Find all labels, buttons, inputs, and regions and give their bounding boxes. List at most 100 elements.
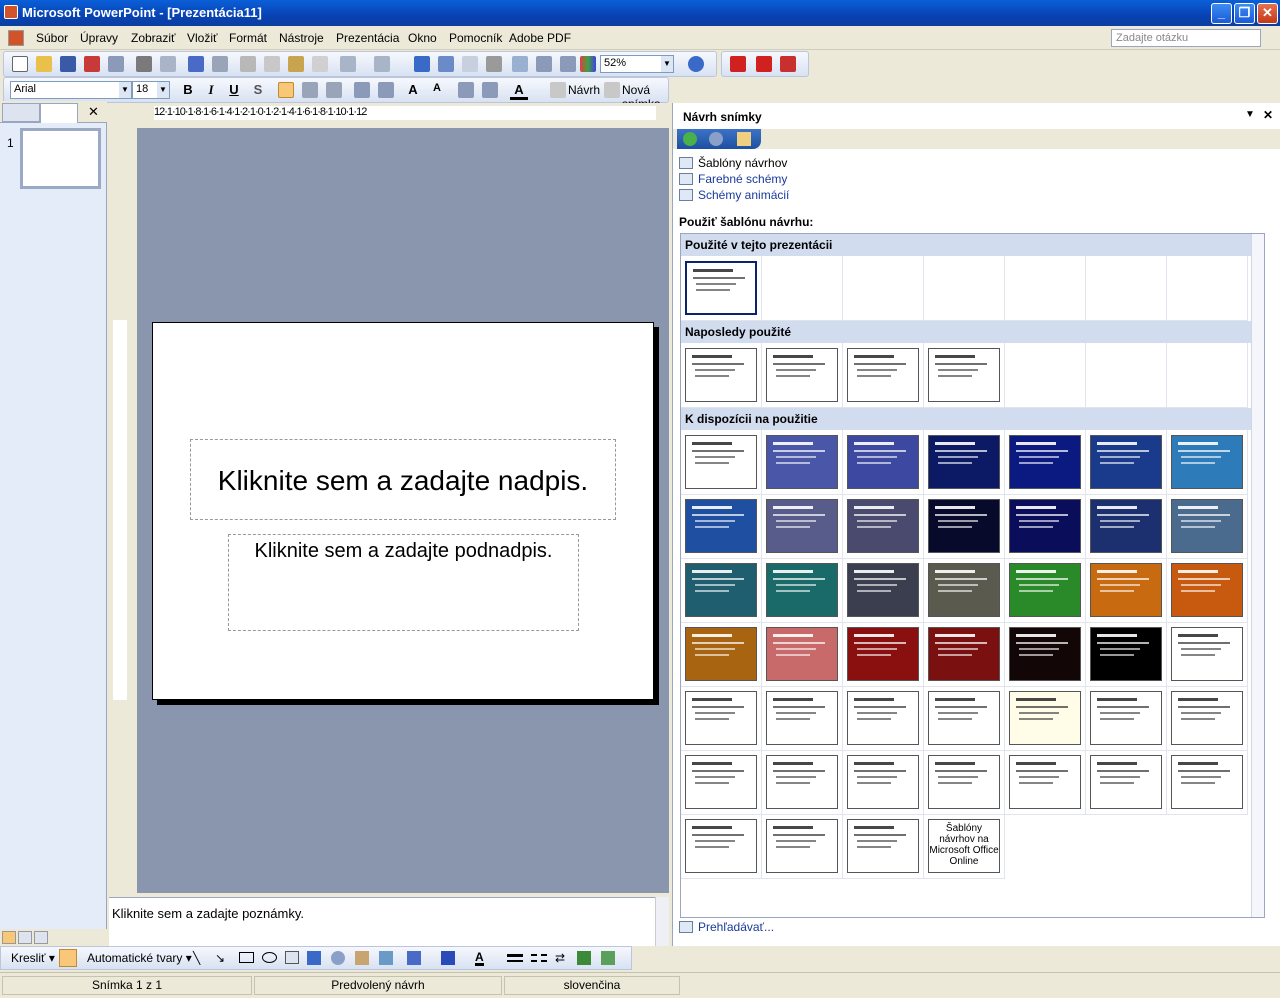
menu-adobe-pdf[interactable]: Adobe PDF [509,31,571,45]
template-cell[interactable] [681,750,762,815]
template-cell[interactable] [1086,750,1167,815]
home-icon[interactable] [737,132,751,146]
color-grayscale-icon[interactable] [580,56,596,72]
bullets-icon[interactable] [378,82,394,98]
oval-icon[interactable] [262,952,277,963]
hyperlink-icon[interactable] [486,56,502,72]
undo-icon[interactable] [340,56,356,72]
align-right-icon[interactable] [326,82,342,98]
picture-icon[interactable] [379,951,393,965]
template-cell[interactable] [843,343,924,408]
template-cell[interactable] [681,343,762,408]
template-cell[interactable] [1005,750,1086,815]
notes-scrollbar[interactable] [655,897,669,946]
link-animation-schemes[interactable]: Schémy animácií [679,188,789,202]
template-cell[interactable] [843,256,924,321]
template-cell[interactable] [924,494,1005,559]
forward-icon[interactable] [709,132,723,146]
template-cell[interactable] [1167,343,1248,408]
link-design-templates[interactable]: Šablóny návrhov [679,156,787,170]
template-cell[interactable] [924,558,1005,623]
title-placeholder[interactable]: Kliknite sem a zadajte nadpis. [190,439,616,520]
template-cell[interactable] [1167,686,1248,751]
template-cell[interactable] [1086,343,1167,408]
template-cell[interactable] [1005,343,1086,408]
template-cell[interactable] [843,686,924,751]
show-formatting-icon[interactable] [536,56,552,72]
wordart-icon[interactable] [307,951,321,965]
numbering-icon[interactable] [354,82,370,98]
template-cell[interactable] [762,622,843,687]
decrease-font-button[interactable]: A [428,82,446,94]
italic-button[interactable]: I [202,82,220,98]
tab-outline[interactable] [2,103,40,122]
font-select[interactable]: Arial ▼ [10,81,132,99]
template-cell[interactable] [1086,622,1167,687]
slide-sorter-icon[interactable] [18,931,32,944]
chart-icon[interactable] [414,56,430,72]
template-cell[interactable] [843,622,924,687]
research-icon[interactable] [212,56,228,72]
template-cell[interactable] [1086,686,1167,751]
decrease-indent-icon[interactable] [458,82,474,98]
pdf-review-icon[interactable] [780,56,796,72]
template-cell[interactable] [762,750,843,815]
font-color-icon[interactable]: A [475,951,484,966]
back-icon[interactable] [683,132,697,146]
template-cell[interactable] [762,256,843,321]
minimize-button[interactable]: _ [1211,3,1232,24]
template-cell[interactable] [681,686,762,751]
chevron-down-icon[interactable]: ▼ [1245,109,1255,120]
shadow-button[interactable]: S [249,82,267,97]
template-cell[interactable] [762,558,843,623]
template-cell[interactable] [1167,430,1248,495]
new-slide-icon[interactable] [604,82,620,98]
3d-style-icon[interactable] [601,951,615,965]
normal-view-icon[interactable] [2,931,16,944]
dash-style-icon[interactable] [531,954,547,962]
menu-nastroje[interactable]: Nástroje [279,31,324,45]
template-cell[interactable] [762,494,843,559]
link-color-schemes[interactable]: Farebné schémy [679,172,787,186]
template-cell[interactable] [1005,558,1086,623]
menu-zobrazit[interactable]: Zobraziť [131,31,176,45]
template-cell[interactable] [1167,256,1248,321]
template-cell[interactable] [681,256,762,321]
menu-subor[interactable]: Súbor [36,31,68,45]
format-painter-icon[interactable] [312,56,328,72]
template-cell[interactable] [1005,430,1086,495]
browse-link[interactable]: Prehľadávať... [679,920,774,934]
save-icon[interactable] [60,56,76,72]
design-button-label[interactable]: Návrh [568,83,600,97]
template-cell[interactable] [762,686,843,751]
menu-format[interactable]: Formát [229,31,267,45]
template-cell[interactable] [924,343,1005,408]
template-cell[interactable] [843,814,924,879]
restore-button[interactable]: ❐ [1234,3,1255,24]
diagram-icon[interactable] [331,951,345,965]
pdf-email-icon[interactable] [756,56,772,72]
help-icon[interactable] [688,56,704,72]
convert-to-pdf-icon[interactable] [730,56,746,72]
template-cell[interactable] [1086,430,1167,495]
fill-color-icon[interactable] [407,951,421,965]
close-icon[interactable]: ✕ [1263,108,1273,122]
template-cell[interactable] [924,750,1005,815]
new-icon[interactable] [12,56,28,72]
cut-icon[interactable] [240,56,256,72]
template-cell[interactable]: Šablóny návrhov na Microsoft Office Onli… [924,814,1005,879]
gallery-scrollbar[interactable] [1251,234,1264,917]
template-cell[interactable] [924,622,1005,687]
redo-icon[interactable] [374,56,390,72]
template-cell[interactable] [762,430,843,495]
design-icon[interactable] [550,82,566,98]
select-objects-icon[interactable] [59,949,77,967]
template-cell[interactable] [924,686,1005,751]
template-cell[interactable] [681,622,762,687]
template-cell[interactable] [681,558,762,623]
shadow-style-icon[interactable] [577,951,591,965]
slideshow-icon[interactable] [34,931,48,944]
paste-icon[interactable] [288,56,304,72]
line-icon[interactable]: ╲ [193,951,200,965]
rectangle-icon[interactable] [239,952,254,963]
